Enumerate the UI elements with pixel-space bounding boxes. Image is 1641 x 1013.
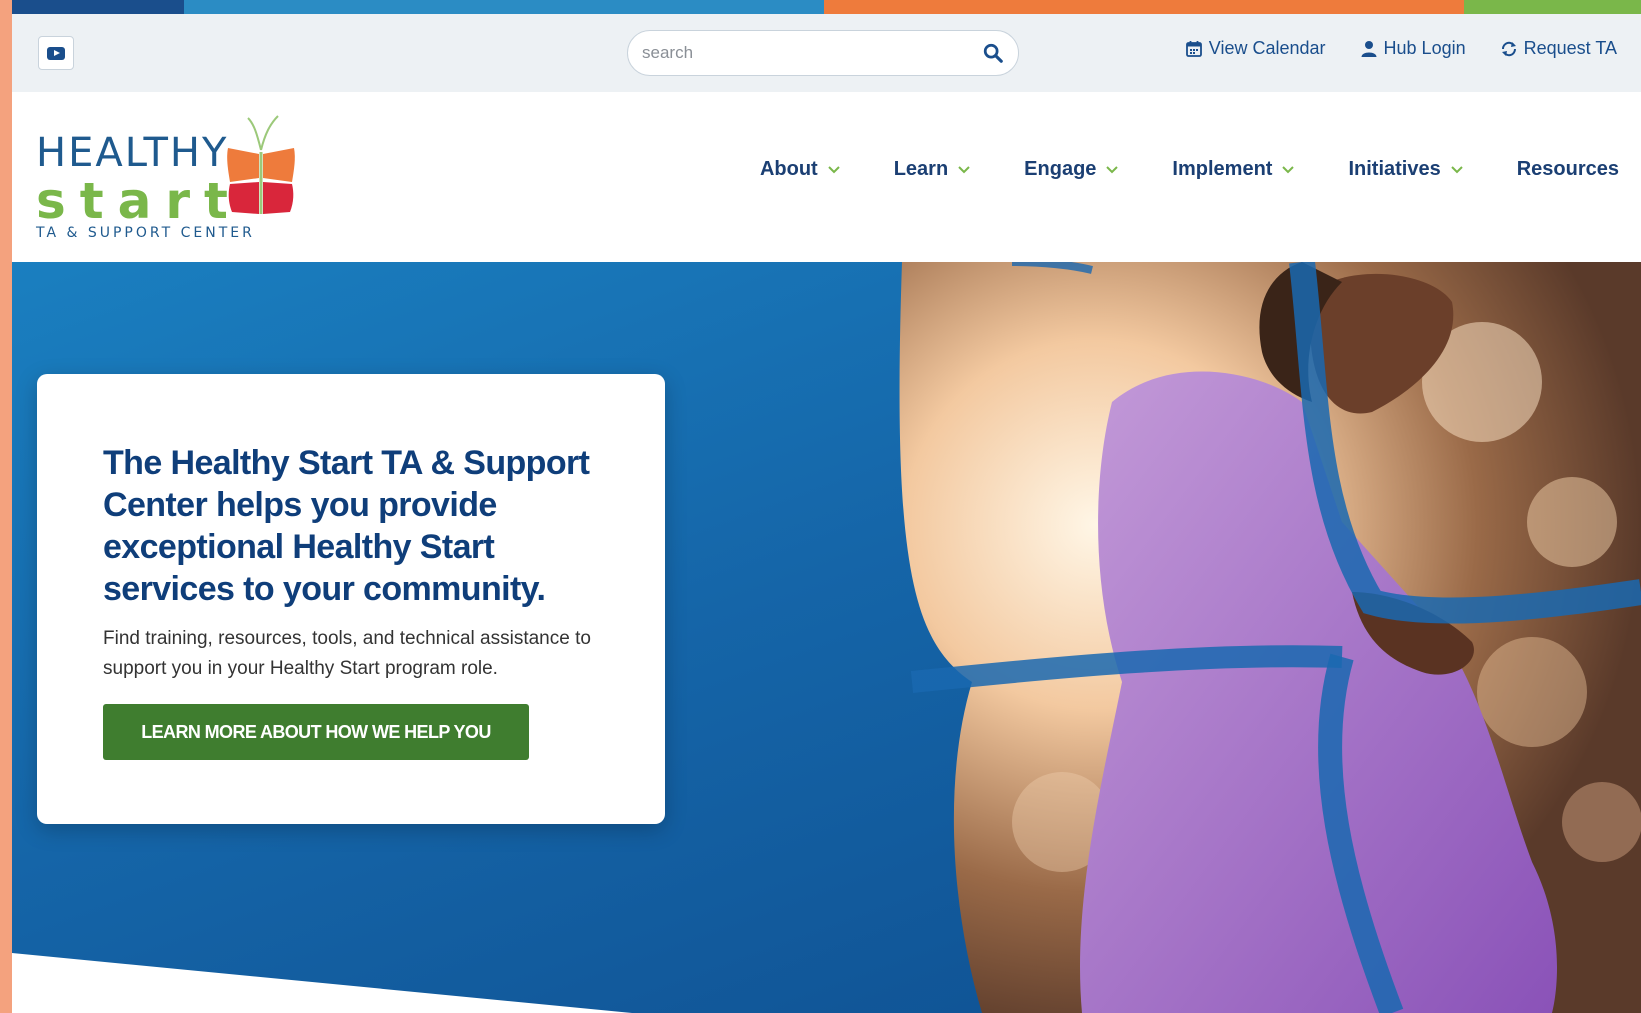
site-header: HEALTHY start TA & SUPPORT CENTER About … — [12, 92, 1641, 262]
hero-bottom-wedge — [12, 953, 632, 1013]
nav-label-initiatives: Initiatives — [1348, 158, 1441, 180]
search-icon[interactable] — [982, 42, 1004, 64]
calendar-icon — [1185, 40, 1202, 57]
page: View Calendar Hub Login Request TA — [12, 0, 1641, 1013]
nav-item-engage[interactable]: Engage — [1024, 158, 1119, 181]
nav-item-initiatives[interactable]: Initiatives — [1348, 158, 1463, 181]
utility-bar: View Calendar Hub Login Request TA — [12, 14, 1641, 92]
chevron-down-icon — [1282, 165, 1295, 173]
logo-text-start: start — [36, 172, 242, 230]
hero-text: Find training, resources, tools, and tec… — [103, 628, 591, 679]
request-ta-label: Request TA — [1523, 38, 1617, 58]
logo-text-subtitle: TA & SUPPORT CENTER — [36, 225, 255, 241]
user-icon — [1361, 40, 1377, 57]
view-calendar-link[interactable]: View Calendar — [1185, 38, 1326, 59]
request-ta-link[interactable]: Request TA — [1500, 38, 1617, 59]
nav-item-implement[interactable]: Implement — [1172, 158, 1295, 181]
nav-label-implement: Implement — [1172, 158, 1273, 180]
hero-title: The Healthy Start TA & Support Center he… — [103, 444, 590, 608]
youtube-button[interactable] — [38, 36, 74, 70]
hub-login-label: Hub Login — [1383, 38, 1466, 58]
nav-item-learn[interactable]: Learn — [894, 158, 970, 181]
search-box — [627, 30, 1019, 76]
view-calendar-label: View Calendar — [1208, 38, 1326, 58]
healthy-start-logo[interactable]: HEALTHY start TA & SUPPORT CENTER — [36, 114, 306, 244]
stripe-segment-blue — [184, 0, 824, 14]
nav-label-resources: Resources — [1516, 158, 1619, 180]
chevron-down-icon — [1451, 165, 1463, 173]
nav-item-resources[interactable]: Resources — [1517, 158, 1619, 181]
chevron-down-icon — [1106, 165, 1119, 173]
hero-section: The Healthy Start TA & Support Center he… — [12, 262, 1641, 1013]
top-color-stripe — [12, 0, 1641, 14]
hub-login-link[interactable]: Hub Login — [1360, 38, 1466, 59]
nav-label-learn: Learn — [893, 158, 949, 180]
chevron-down-icon — [827, 165, 840, 173]
stripe-segment-navy — [12, 0, 184, 14]
stripe-segment-orange — [824, 0, 1464, 14]
youtube-icon — [47, 46, 65, 60]
learn-more-button[interactable]: LEARN MORE ABOUT HOW WE HELP YOU — [103, 704, 529, 760]
hero-card: The Healthy Start TA & Support Center he… — [37, 374, 665, 824]
nav-item-about[interactable]: About — [760, 158, 840, 181]
refresh-icon — [1501, 41, 1516, 56]
nav-label-engage: Engage — [1024, 158, 1097, 180]
butterfly-logo-icon — [227, 115, 295, 214]
logo-text-healthy: HEALTHY — [36, 130, 229, 176]
main-nav: About Learn Engage Implement Initiatives… — [760, 158, 1619, 181]
stripe-segment-green — [1464, 0, 1641, 14]
nav-label-about: About — [759, 158, 818, 180]
utility-links: View Calendar Hub Login Request TA — [1185, 38, 1617, 59]
search-input[interactable] — [642, 39, 962, 67]
chevron-down-icon — [958, 165, 970, 173]
